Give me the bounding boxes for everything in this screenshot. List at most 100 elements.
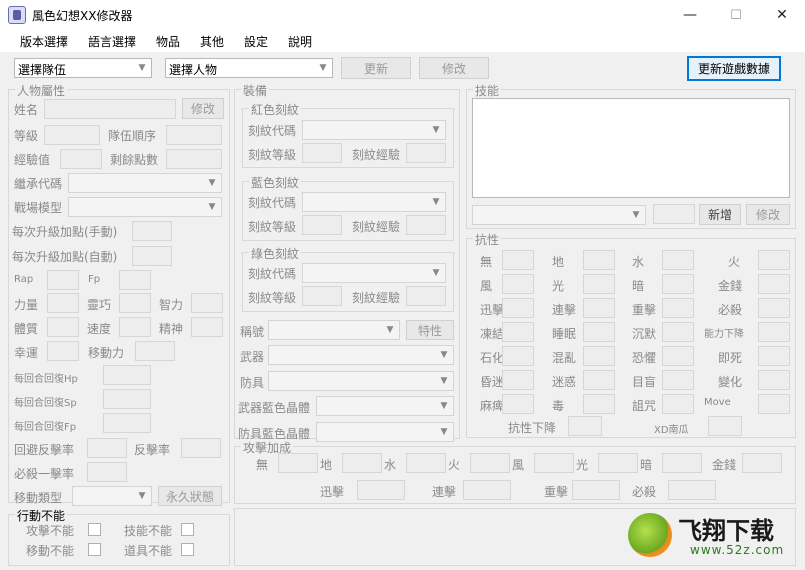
skill-level-field[interactable] xyxy=(653,204,695,224)
green-rune-code-select[interactable]: ▼ xyxy=(302,263,446,283)
speed-field[interactable] xyxy=(119,317,151,337)
per-level-auto-field[interactable] xyxy=(132,246,172,266)
attack-bonus-field[interactable] xyxy=(406,453,446,473)
skills-list[interactable] xyxy=(472,98,790,198)
exp-field[interactable] xyxy=(60,149,102,169)
weapon-select[interactable]: ▼ xyxy=(268,345,454,365)
blue-rune-level-field[interactable] xyxy=(302,215,342,235)
fp-field[interactable] xyxy=(119,270,151,290)
name-field[interactable] xyxy=(44,99,176,119)
resist-field[interactable] xyxy=(583,274,615,294)
skill-select[interactable]: ▼ xyxy=(472,205,646,225)
maximize-button[interactable]: ☐ xyxy=(713,0,759,30)
attack-bonus-field[interactable] xyxy=(668,480,716,500)
attack-bonus-field[interactable] xyxy=(534,453,574,473)
resist-field[interactable] xyxy=(583,394,615,414)
attack-bonus-field[interactable] xyxy=(662,453,702,473)
resist-field[interactable] xyxy=(583,322,615,342)
trait-button[interactable]: 特性 xyxy=(406,320,454,340)
refresh-button[interactable]: 更新 xyxy=(341,57,411,79)
attack-bonus-field[interactable] xyxy=(572,480,620,500)
spirit-field[interactable] xyxy=(191,317,223,337)
skill-add-button[interactable]: 新增 xyxy=(699,204,741,225)
green-rune-exp-field[interactable] xyxy=(406,286,446,306)
attack-bonus-field[interactable] xyxy=(357,480,405,500)
hp-regen-field[interactable] xyxy=(103,365,151,385)
resist-field[interactable] xyxy=(758,322,790,342)
modify-button[interactable]: 修改 xyxy=(419,57,489,79)
resist-down-field[interactable] xyxy=(568,416,602,436)
name-modify-button[interactable]: 修改 xyxy=(182,98,224,119)
attack-disable-checkbox[interactable] xyxy=(88,523,101,536)
close-button[interactable]: ✕ xyxy=(759,0,805,30)
minimize-button[interactable]: — xyxy=(667,0,713,30)
permanent-status-button[interactable]: 永久狀態 xyxy=(158,486,222,506)
resist-field[interactable] xyxy=(502,274,534,294)
resist-field[interactable] xyxy=(662,394,694,414)
constitution-field[interactable] xyxy=(47,317,79,337)
resist-field[interactable] xyxy=(758,274,790,294)
resist-field[interactable] xyxy=(758,394,790,414)
skill-modify-button[interactable]: 修改 xyxy=(746,204,790,225)
attack-bonus-field[interactable] xyxy=(342,453,382,473)
red-rune-code-select[interactable]: ▼ xyxy=(302,120,446,140)
resist-field[interactable] xyxy=(662,298,694,318)
resist-field[interactable] xyxy=(502,250,534,270)
attack-bonus-field[interactable] xyxy=(742,453,782,473)
resist-field[interactable] xyxy=(662,322,694,342)
crit-rate-field[interactable] xyxy=(87,462,127,482)
blue-rune-exp-field[interactable] xyxy=(406,215,446,235)
team-order-field[interactable] xyxy=(166,125,222,145)
party-select[interactable]: 選擇隊伍 ▼ xyxy=(14,58,152,78)
armor-select[interactable]: ▼ xyxy=(268,371,454,391)
resist-field[interactable] xyxy=(662,346,694,366)
fp-regen-field[interactable] xyxy=(103,413,151,433)
resist-field[interactable] xyxy=(662,370,694,390)
item-disable-checkbox[interactable] xyxy=(181,543,194,556)
attack-bonus-field[interactable] xyxy=(470,453,510,473)
update-game-data-button[interactable]: 更新遊戲數據 xyxy=(687,56,781,81)
luck-field[interactable] xyxy=(47,341,79,361)
remaining-points-field[interactable] xyxy=(166,149,222,169)
sp-regen-field[interactable] xyxy=(103,389,151,409)
resist-field[interactable] xyxy=(662,250,694,270)
nickname-select[interactable]: ▼ xyxy=(268,320,400,340)
per-level-manual-field[interactable] xyxy=(132,221,172,241)
menu-version[interactable]: 版本選擇 xyxy=(20,33,68,50)
attack-bonus-field[interactable] xyxy=(463,480,511,500)
resist-field[interactable] xyxy=(502,370,534,390)
menu-settings[interactable]: 設定 xyxy=(244,33,268,50)
resist-field[interactable] xyxy=(583,250,615,270)
green-rune-level-field[interactable] xyxy=(302,286,342,306)
attack-bonus-field[interactable] xyxy=(598,453,638,473)
resist-field[interactable] xyxy=(502,346,534,366)
dexterity-field[interactable] xyxy=(119,293,151,313)
resist-field[interactable] xyxy=(502,322,534,342)
resist-field[interactable] xyxy=(502,298,534,318)
level-field[interactable] xyxy=(44,125,100,145)
resist-field[interactable] xyxy=(758,346,790,366)
resist-field[interactable] xyxy=(662,274,694,294)
resist-field[interactable] xyxy=(583,298,615,318)
rap-field[interactable] xyxy=(47,270,79,290)
skill-disable-checkbox[interactable] xyxy=(181,523,194,536)
counter-field[interactable] xyxy=(181,438,221,458)
menu-help[interactable]: 說明 xyxy=(288,33,312,50)
attack-bonus-field[interactable] xyxy=(278,453,318,473)
resist-field[interactable] xyxy=(758,298,790,318)
battle-model-select[interactable]: ▼ xyxy=(68,197,222,217)
strength-field[interactable] xyxy=(47,293,79,313)
red-rune-level-field[interactable] xyxy=(302,143,342,163)
resist-field[interactable] xyxy=(502,394,534,414)
resist-field[interactable] xyxy=(583,346,615,366)
xd-field[interactable] xyxy=(708,416,742,436)
character-select[interactable]: 選擇人物 ▼ xyxy=(165,58,333,78)
resist-field[interactable] xyxy=(583,370,615,390)
evade-counter-field[interactable] xyxy=(87,438,127,458)
blue-rune-code-select[interactable]: ▼ xyxy=(302,192,446,212)
weapon-crystal-select[interactable]: ▼ xyxy=(316,396,454,416)
resist-field[interactable] xyxy=(758,370,790,390)
armor-crystal-select[interactable]: ▼ xyxy=(316,422,454,442)
movement-field[interactable] xyxy=(135,341,175,361)
move-disable-checkbox[interactable] xyxy=(88,543,101,556)
